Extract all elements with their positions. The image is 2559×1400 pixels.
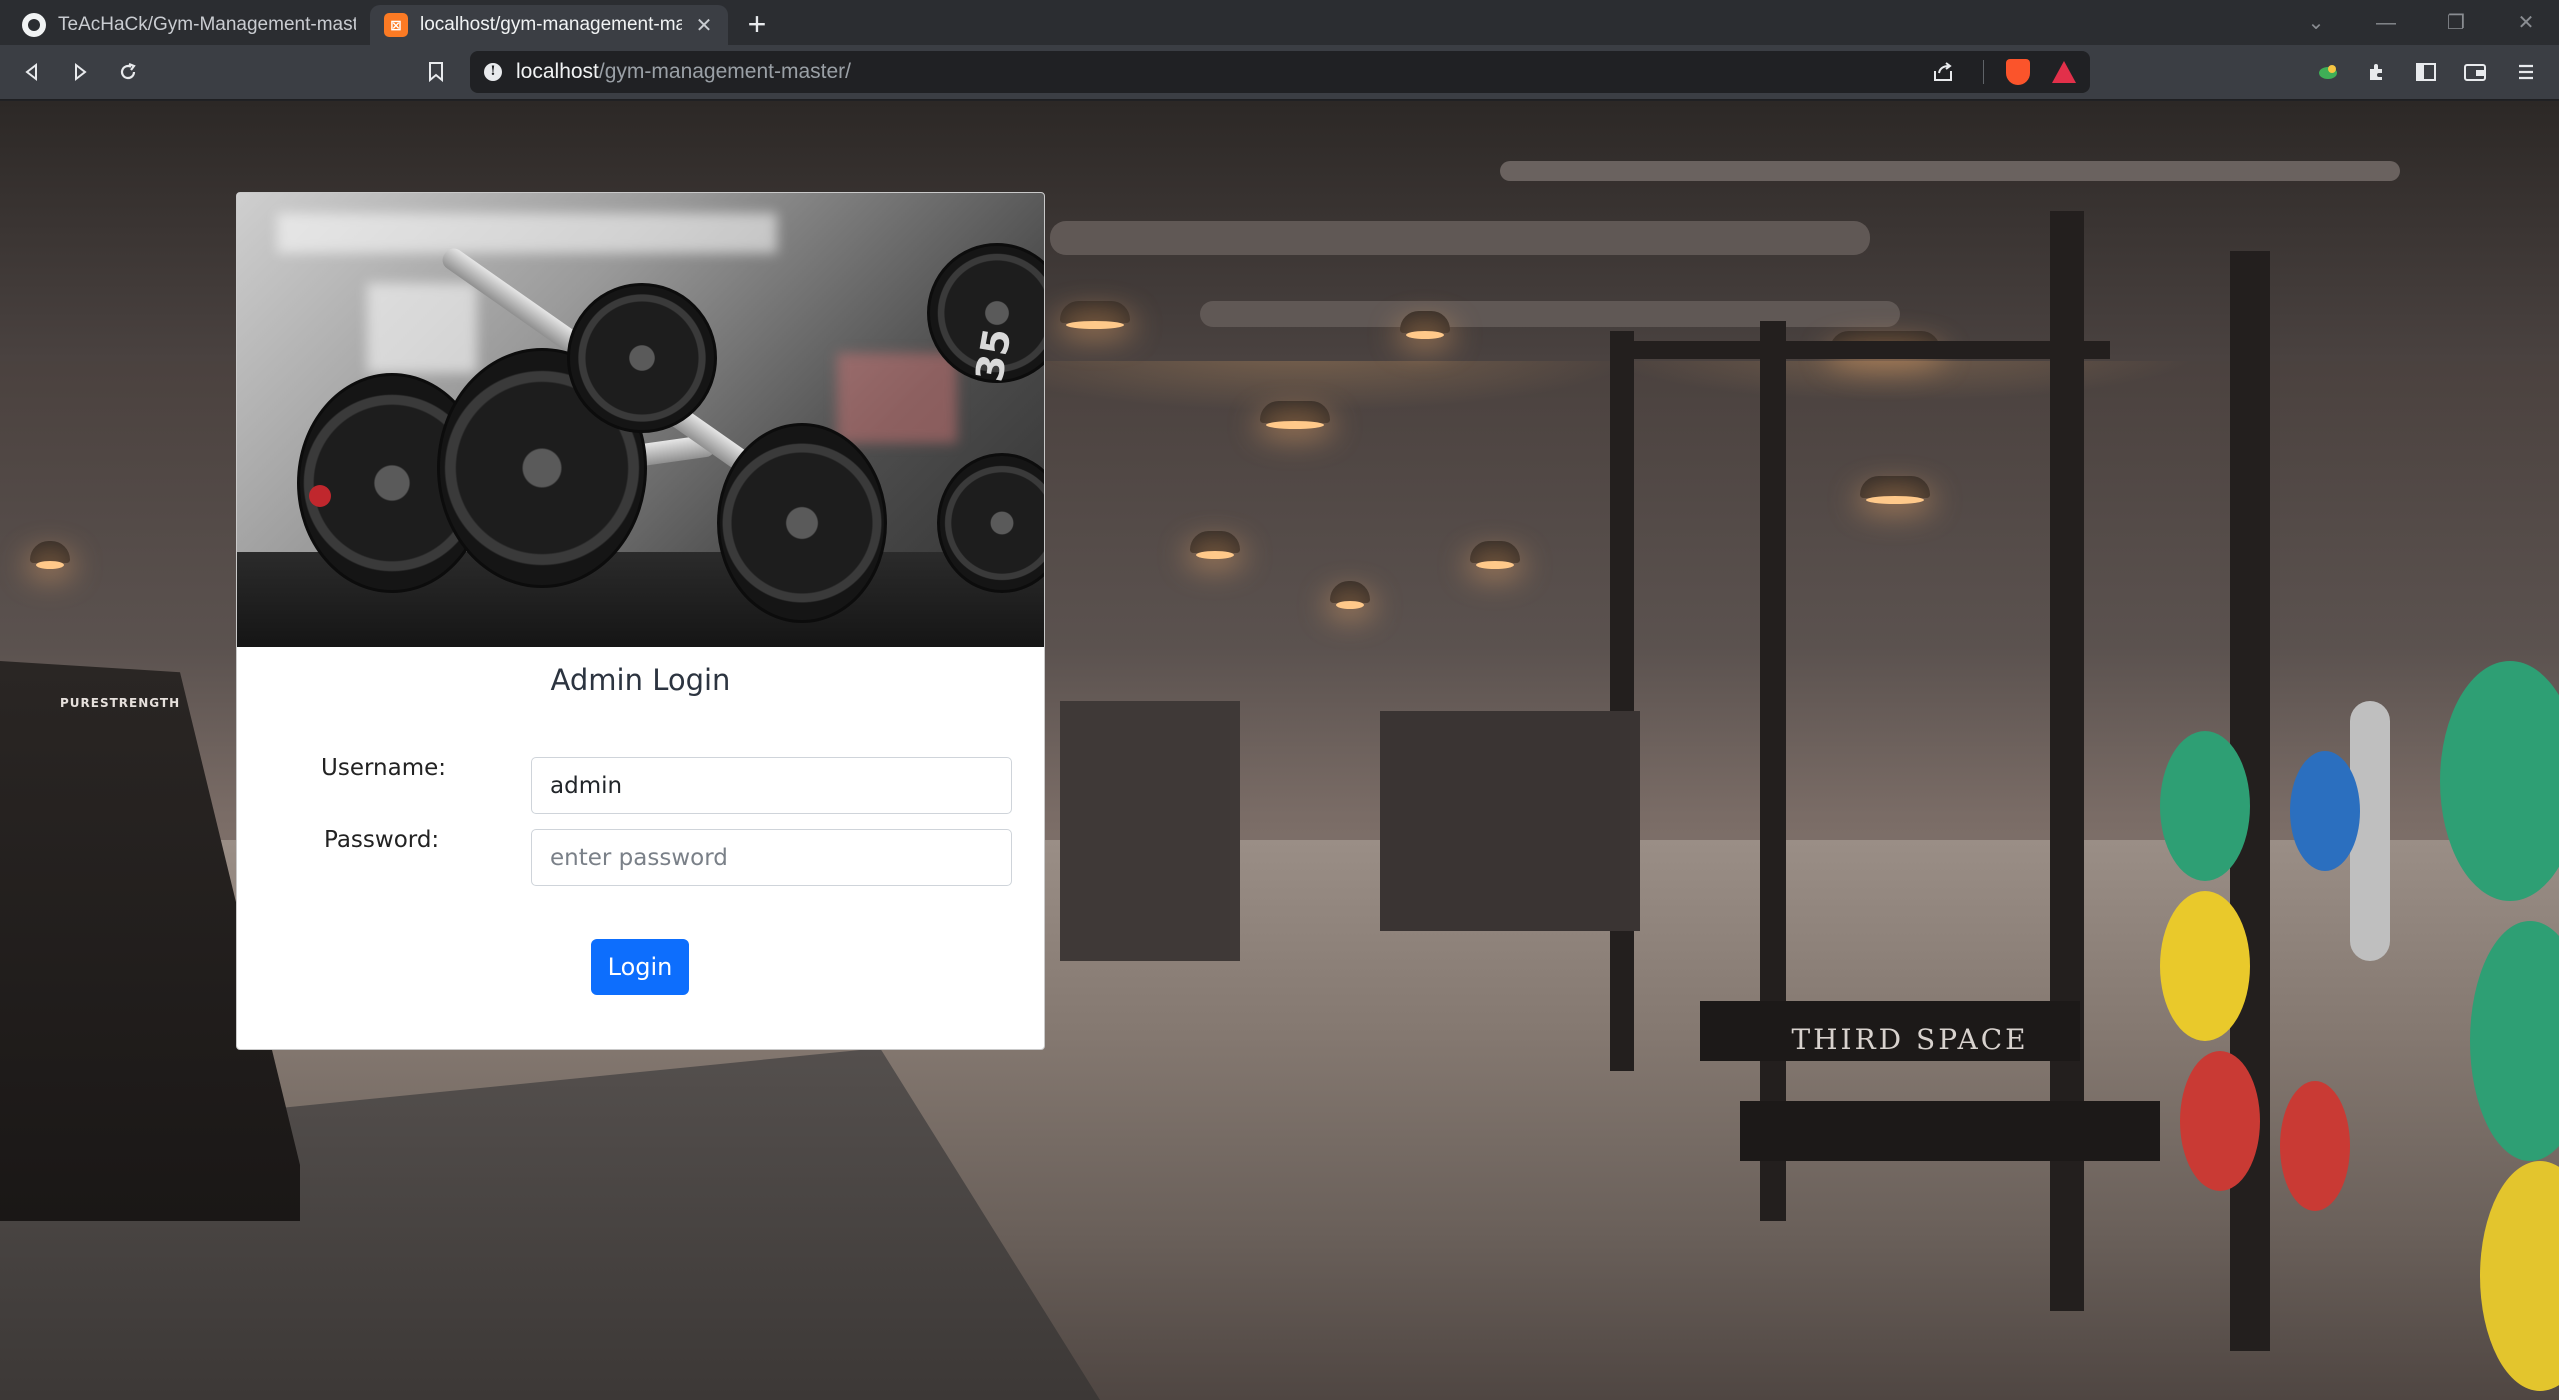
leo-icon[interactable] <box>2310 54 2346 90</box>
brave-rewards-icon[interactable] <box>2052 61 2076 83</box>
signage-text: THIRD SPACE <box>1791 1023 2029 1056</box>
tab-title: TeAcHaCk/Gym-Management-master <box>58 14 356 35</box>
separator <box>1983 60 1984 84</box>
reload-icon[interactable] <box>110 54 146 90</box>
minimize-button[interactable]: — <box>2366 8 2406 38</box>
new-tab-button[interactable]: + <box>740 8 774 42</box>
wallet-icon[interactable] <box>2457 54 2493 90</box>
sidebar-icon[interactable] <box>2408 54 2444 90</box>
weight-plate <box>2180 1051 2260 1191</box>
xampp-icon: ⊠ <box>384 13 408 37</box>
gym-machine <box>1380 711 1640 931</box>
window-light <box>277 213 777 253</box>
window-light <box>367 283 477 373</box>
weight-plate <box>2160 891 2250 1041</box>
share-icon[interactable] <box>1925 54 1961 90</box>
back-icon[interactable] <box>14 54 50 90</box>
dumbbells-image: 35 <box>237 193 1044 647</box>
tab-search-icon[interactable]: ⌄ <box>2296 8 2336 38</box>
tab-localhost[interactable]: ⊠ localhost/gym-management-master/ ✕ <box>370 5 728 45</box>
ceiling-lamp <box>1860 476 1930 504</box>
power-rack-base <box>1740 1101 2160 1161</box>
tab-strip: TeAcHaCk/Gym-Management-master ⊠ localho… <box>0 0 2559 45</box>
plate-number: 35 <box>967 325 1020 385</box>
password-label: Password: <box>324 827 440 853</box>
power-rack-post <box>1760 321 1786 1221</box>
tab-title: localhost/gym-management-master/ <box>420 14 682 35</box>
login-card: 35 Admin Login Username: Password: Login <box>236 192 1045 1050</box>
power-rack-beam <box>1610 341 2110 359</box>
brave-shields-icon[interactable] <box>2006 59 2030 85</box>
toolbar: ! localhost/gym-management-master/ <box>0 45 2559 100</box>
login-title: Admin Login <box>550 663 731 697</box>
close-window-button[interactable]: ✕ <box>2506 8 2546 38</box>
ceiling-lamp <box>1260 401 1330 429</box>
page-viewport: PURESTRENGTH THIRD SPACE 35 Admin Login … <box>0 101 2559 1400</box>
close-tab-icon[interactable]: ✕ <box>694 13 714 38</box>
weight-plate <box>2280 1081 2350 1211</box>
ceiling-duct <box>1500 161 2400 181</box>
dumbbell-plate <box>717 423 887 623</box>
red-collar <box>309 485 331 507</box>
restore-button[interactable]: ❐ <box>2436 8 2476 38</box>
menu-icon[interactable] <box>2508 54 2544 90</box>
extensions-icon[interactable] <box>2359 54 2395 90</box>
ceiling-lamp <box>1400 311 1450 339</box>
address-bar[interactable]: ! localhost/gym-management-master/ <box>470 51 2090 93</box>
ceiling-duct <box>1050 221 1870 255</box>
ceiling-lamp <box>1190 531 1240 559</box>
gym-machine <box>1060 701 1240 961</box>
dumbbell-plate <box>567 283 717 433</box>
ceiling-lamp <box>1470 541 1520 569</box>
forward-icon[interactable] <box>62 54 98 90</box>
weight-plate <box>2160 731 2250 881</box>
power-rack-post <box>1610 331 1634 1071</box>
url-path: /gym-management-master/ <box>598 60 851 83</box>
username-input[interactable] <box>531 757 1012 814</box>
signage-text: PURESTRENGTH <box>60 696 181 710</box>
ceiling-lamp <box>1060 301 1130 329</box>
username-label: Username: <box>321 755 446 781</box>
weight-plate <box>2290 751 2360 871</box>
ceiling-duct <box>1200 301 1900 327</box>
password-input[interactable] <box>531 829 1012 886</box>
window-light <box>837 353 957 443</box>
ceiling-lamp <box>1330 581 1370 609</box>
tab-github[interactable]: TeAcHaCk/Gym-Management-master <box>8 5 370 45</box>
github-icon <box>22 13 46 37</box>
bookmark-icon[interactable] <box>418 54 454 90</box>
login-button[interactable]: Login <box>591 939 689 995</box>
site-info-icon[interactable]: ! <box>484 63 502 81</box>
url-host: localhost <box>516 60 599 83</box>
ceiling-lamp <box>30 541 70 569</box>
